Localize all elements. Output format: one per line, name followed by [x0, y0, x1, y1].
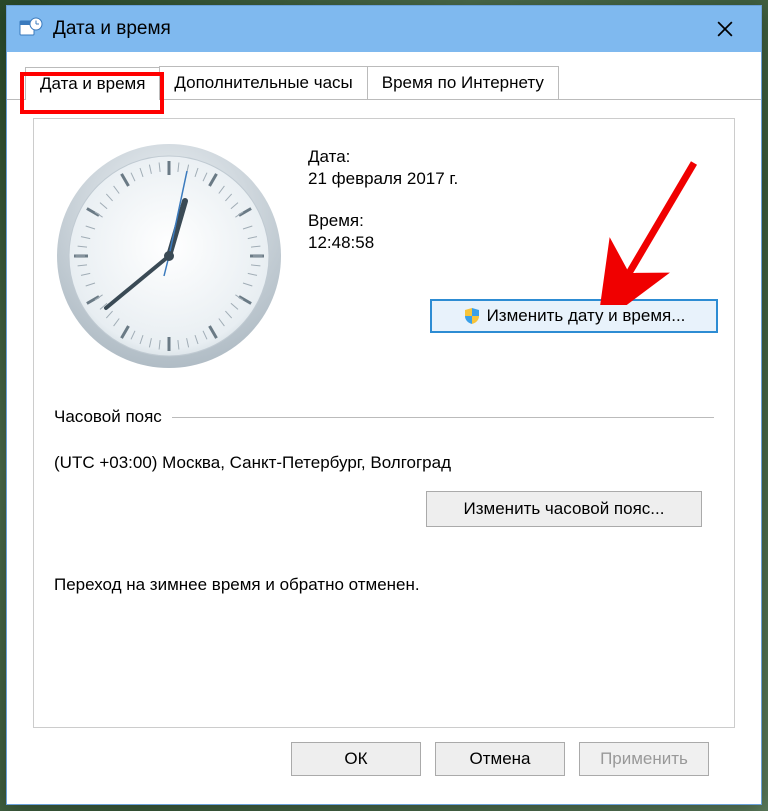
tab-internet-time[interactable]: Время по Интернету — [367, 66, 559, 99]
tab-additional-clocks[interactable]: Дополнительные часы — [159, 66, 367, 99]
date-value: 21 февраля 2017 г. — [308, 169, 714, 189]
dialog-button-row: ОК Отмена Применить — [33, 728, 735, 776]
apply-button[interactable]: Применить — [579, 742, 709, 776]
divider — [172, 417, 714, 418]
clock-icon — [54, 141, 284, 371]
close-icon — [717, 21, 733, 37]
timezone-section: Часовой пояс (UTC +03:00) Москва, Санкт-… — [54, 407, 714, 527]
timezone-header: Часовой пояс — [54, 407, 172, 427]
change-datetime-label: Изменить дату и время... — [487, 306, 686, 326]
analog-clock — [54, 141, 284, 371]
close-button[interactable] — [701, 6, 749, 52]
date-time-window: Дата и время Дата и время Дополнительные… — [6, 5, 762, 805]
dst-note: Переход на зимнее время и обратно отмене… — [54, 575, 714, 595]
uac-shield-icon — [463, 307, 481, 325]
time-value: 12:48:58 — [308, 233, 714, 253]
tab-bar: Дата и время Дополнительные часы Время п… — [7, 52, 761, 100]
date-label: Дата: — [308, 147, 714, 167]
cancel-button[interactable]: Отмена — [435, 742, 565, 776]
time-label: Время: — [308, 211, 714, 231]
change-timezone-button[interactable]: Изменить часовой пояс... — [426, 491, 702, 527]
timezone-value: (UTC +03:00) Москва, Санкт-Петербург, Во… — [54, 453, 714, 473]
content-area: Дата: 21 февраля 2017 г. Время: 12:48:58 — [7, 100, 761, 804]
ok-button[interactable]: ОК — [291, 742, 421, 776]
calendar-clock-icon — [19, 17, 43, 41]
tab-panel: Дата: 21 февраля 2017 г. Время: 12:48:58 — [33, 118, 735, 728]
window-title: Дата и время — [53, 18, 701, 40]
tab-date-time[interactable]: Дата и время — [25, 67, 160, 100]
change-datetime-button[interactable]: Изменить дату и время... — [430, 299, 718, 333]
titlebar[interactable]: Дата и время — [7, 6, 761, 52]
date-time-info: Дата: 21 февраля 2017 г. Время: 12:48:58 — [308, 141, 714, 371]
